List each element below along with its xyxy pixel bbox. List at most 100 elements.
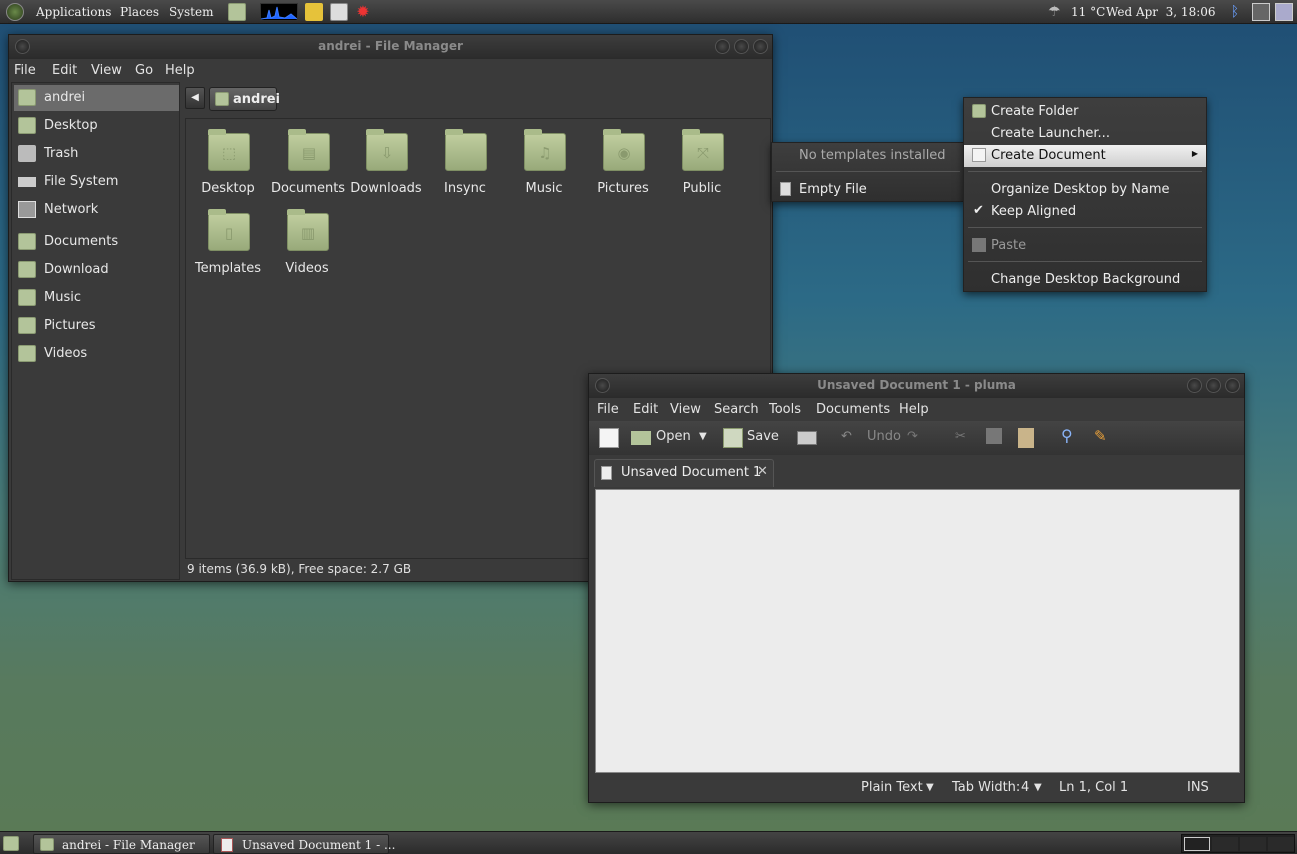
window-menu-button[interactable] <box>595 378 610 393</box>
places-menu[interactable]: Places <box>120 5 159 19</box>
tab-width-value[interactable]: 4 <box>1021 780 1029 795</box>
sidebar-item-trash[interactable]: Trash <box>14 141 179 167</box>
fm-menu-go[interactable]: Go <box>135 63 153 78</box>
sidebar-item-pictures[interactable]: Pictures <box>14 313 179 339</box>
search-icon[interactable] <box>1252 3 1270 21</box>
show-desktop-icon[interactable] <box>3 836 19 851</box>
weather-temperature[interactable]: 11 °C <box>1071 5 1105 19</box>
save-button[interactable]: Save <box>747 429 779 444</box>
sidebar-item-file-system[interactable]: File System <box>14 169 179 195</box>
fm-menu-edit[interactable]: Edit <box>52 63 77 78</box>
create-document-submenu: No templates installed Empty File <box>771 142 965 202</box>
close-button[interactable] <box>1225 378 1240 393</box>
find-replace-icon[interactable]: ✎ <box>1094 427 1107 445</box>
document-tab[interactable]: Unsaved Document 1 ✕ <box>594 459 774 487</box>
bluetooth-icon[interactable]: ᛒ <box>1226 3 1244 21</box>
network-icon <box>18 201 36 218</box>
pluma-menubar: File Edit View Search Tools Documents He… <box>589 399 1244 421</box>
minimize-button[interactable] <box>715 39 730 54</box>
new-document-icon[interactable] <box>599 428 619 448</box>
settings-launcher-icon[interactable]: ✹ <box>354 3 372 21</box>
folder-documents[interactable]: ▤ Documents <box>268 129 348 211</box>
sidebar-item-documents[interactable]: Documents <box>14 229 179 255</box>
applications-menu[interactable]: Applications <box>36 5 111 19</box>
workspace-3[interactable] <box>1240 837 1266 851</box>
open-folder-icon[interactable] <box>631 431 651 445</box>
clock[interactable]: Wed Apr 3, 18:06 <box>1106 5 1216 19</box>
new-folder-icon <box>972 104 986 118</box>
folder-desktop[interactable]: ⬚ Desktop <box>188 129 268 211</box>
keep-aligned-item[interactable]: ✔ Keep Aligned <box>964 201 1206 223</box>
window-menu-button[interactable] <box>15 39 30 54</box>
change-background-item[interactable]: Change Desktop Background <box>964 269 1206 291</box>
folder-music[interactable]: ♫ Music <box>504 129 584 211</box>
pluma-menu-view[interactable]: View <box>670 402 701 417</box>
system-monitor-icon[interactable] <box>260 3 298 21</box>
tab-width-label[interactable]: Tab Width: <box>952 780 1020 795</box>
sidebar-item-music[interactable]: Music <box>14 285 179 311</box>
folder-public[interactable]: ⤧ Public <box>662 129 742 211</box>
undo-arrow-icon: ↶ <box>841 429 852 444</box>
workspace-switcher[interactable] <box>1181 834 1295 853</box>
pluma-menu-documents[interactable]: Documents <box>816 402 890 417</box>
save-icon[interactable] <box>723 428 743 448</box>
folder-insync[interactable]: Insync <box>425 129 505 211</box>
maximize-button[interactable] <box>1206 378 1221 393</box>
path-button-andrei[interactable]: andrei <box>209 87 280 111</box>
open-recent-dropdown-icon[interactable]: ▼ <box>699 431 707 442</box>
maximize-button[interactable] <box>734 39 749 54</box>
folder-templates[interactable]: ▯ Templates <box>188 209 268 291</box>
sidebar-item-download[interactable]: Download <box>14 257 179 283</box>
folder-launcher-icon[interactable] <box>305 3 323 21</box>
tab-width-dropdown-icon[interactable]: ▼ <box>1034 782 1042 793</box>
sidebar-item-andrei[interactable]: andrei <box>14 85 179 111</box>
weather-rain-icon: ☂ <box>1048 4 1061 20</box>
paste-icon[interactable] <box>1018 428 1034 448</box>
create-launcher-item[interactable]: Create Launcher... <box>964 123 1206 145</box>
fm-menu-view[interactable]: View <box>91 63 122 78</box>
close-button[interactable] <box>753 39 768 54</box>
minimize-button[interactable] <box>1187 378 1202 393</box>
language-dropdown-icon[interactable]: ▼ <box>926 782 934 793</box>
pluma-titlebar[interactable]: Unsaved Document 1 - pluma <box>589 374 1244 398</box>
fm-titlebar[interactable]: andrei - File Manager <box>9 35 772 59</box>
path-back-arrow-icon[interactable]: ◀ <box>185 87 205 109</box>
fm-statusbar: 9 items (36.9 kB), Free space: 2.7 GB <box>187 562 412 576</box>
system-menu[interactable]: System <box>169 5 213 19</box>
folder-videos[interactable]: ▥ Videos <box>267 209 347 291</box>
empty-file-item[interactable]: Empty File <box>772 179 964 201</box>
text-editor-area[interactable] <box>595 489 1240 773</box>
workspace-1[interactable] <box>1184 837 1210 851</box>
workspace-2[interactable] <box>1212 837 1238 851</box>
sidebar-item-videos[interactable]: Videos <box>14 341 179 367</box>
mate-menu-icon[interactable] <box>6 3 24 21</box>
task-pluma[interactable]: Unsaved Document 1 - ... <box>213 834 395 854</box>
home-folder-icon <box>215 92 229 106</box>
screenshot-launcher-icon[interactable] <box>330 3 348 21</box>
folder-pictures[interactable]: ◉ Pictures <box>583 129 663 211</box>
pluma-menu-file[interactable]: File <box>597 402 619 417</box>
create-folder-item[interactable]: Create Folder <box>964 101 1206 123</box>
organize-desktop-item[interactable]: Organize Desktop by Name <box>964 179 1206 201</box>
open-button[interactable]: Open <box>656 429 691 444</box>
cut-icon: ✂ <box>955 429 966 444</box>
sidebar-item-network[interactable]: Network <box>14 197 179 223</box>
close-tab-icon[interactable]: ✕ <box>757 464 768 479</box>
pluma-menu-help[interactable]: Help <box>899 402 929 417</box>
power-icon[interactable] <box>1275 3 1293 21</box>
folder-downloads[interactable]: ⇩ Downloads <box>346 129 426 211</box>
fm-menu-file[interactable]: File <box>14 63 36 78</box>
workspace-4[interactable] <box>1268 837 1294 851</box>
print-icon[interactable] <box>797 431 817 445</box>
pluma-menu-tools[interactable]: Tools <box>769 402 801 417</box>
language-selector[interactable]: Plain Text <box>861 780 923 795</box>
home-folder-launcher-icon[interactable] <box>228 3 246 21</box>
create-document-item[interactable]: Create Document ▶ <box>964 145 1206 167</box>
pluma-menu-search[interactable]: Search <box>714 402 759 417</box>
find-icon[interactable]: ⚲ <box>1061 426 1073 445</box>
sidebar-item-desktop[interactable]: Desktop <box>14 113 179 139</box>
paste-icon <box>972 238 986 252</box>
task-file-manager[interactable]: andrei - File Manager <box>33 834 210 854</box>
pluma-menu-edit[interactable]: Edit <box>633 402 658 417</box>
fm-menu-help[interactable]: Help <box>165 63 195 78</box>
